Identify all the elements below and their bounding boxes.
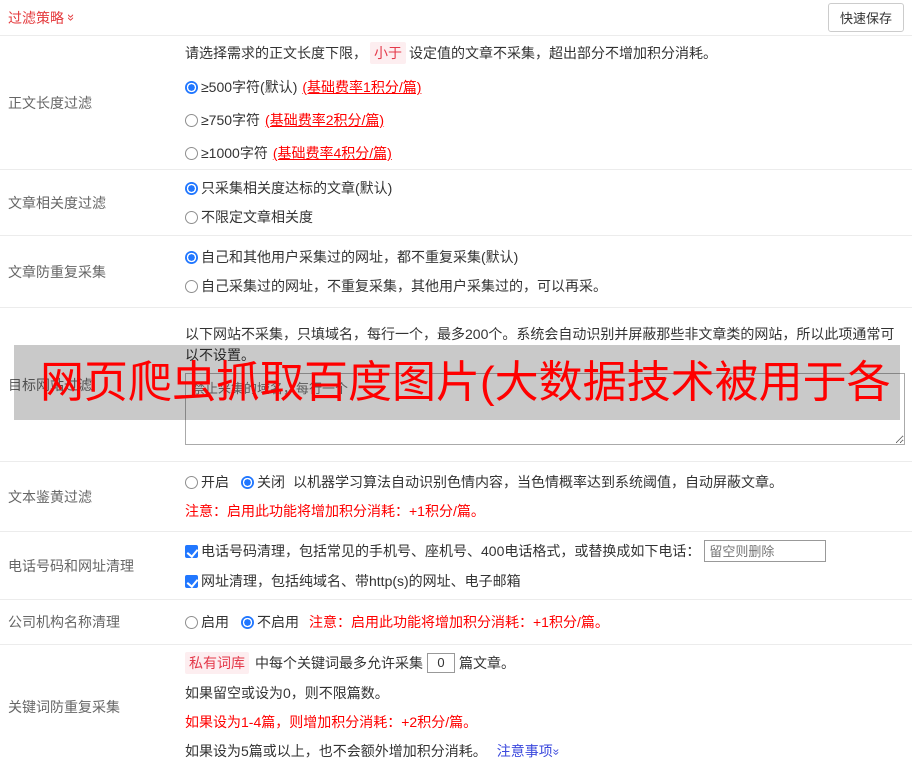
max-articles-input[interactable] <box>427 652 455 673</box>
radio-option-500: ≥500字符(默认) (基础费率1积分/篇) <box>185 77 904 97</box>
company-clean-label: 公司机构名称清理 <box>8 614 120 630</box>
radio-icon-dedup-all[interactable] <box>185 250 198 264</box>
company-clean-note: 注意：启用此功能将增加积分消耗：+1积分/篇。 <box>309 614 609 630</box>
radio-label-relevance-strict: 只采集相关度达标的文章(默认) <box>201 180 393 196</box>
radio-icon-750[interactable] <box>185 113 198 127</box>
porn-filter-options: 开启 关闭 以机器学习算法自动识别色情内容，当色情概率达到系统阈值，自动屏蔽文章… <box>185 472 904 492</box>
porn-filter-desc: 以机器学习算法自动识别色情内容，当色情概率达到系统阈值，自动屏蔽文章。 <box>293 474 783 490</box>
radio-icon-relevance-any[interactable] <box>185 210 198 224</box>
notes-chevron-icon: » <box>549 748 564 755</box>
radio-option-1000: ≥1000字符 (基础费率4积分/篇) <box>185 143 904 163</box>
row-company-clean: 公司机构名称清理 启用 不启用 注意：启用此功能将增加积分消耗：+1积分/篇。 <box>0 600 912 645</box>
radio-option-relevance-any: 不限定文章相关度 <box>185 207 904 227</box>
content-length-label: 正文长度过滤 <box>8 94 92 111</box>
relevance-label: 文章相关度过滤 <box>8 194 106 211</box>
watermark-text: 网页爬虫抓取百度图片(大数据技术被用于各 <box>40 357 891 407</box>
page-header: 过滤策略 » 快速保存 <box>0 0 912 36</box>
radio-option-dedup-all: 自己和其他用户采集过的网址，都不重复采集(默认) <box>185 247 904 267</box>
url-clean-option: 网址清理，包括纯域名、带http(s)的网址、电子邮箱 <box>185 571 904 591</box>
radio-label-dedup-self: 自己采集过的网址，不重复采集，其他用户采集过的，可以再采。 <box>201 278 607 294</box>
row-relevance: 文章相关度过滤 只采集相关度达标的文章(默认) 不限定文章相关度 <box>0 170 912 236</box>
phone-clean-label: 电话号码和网址清理 <box>8 557 134 574</box>
radio-icon-company-off[interactable] <box>241 615 254 629</box>
fee-note-1000: (基础费率4积分/篇) <box>272 145 392 161</box>
checkbox-icon-url[interactable] <box>185 574 198 588</box>
checkbox-icon-phone[interactable] <box>185 544 198 558</box>
radio-icon-company-on[interactable] <box>185 615 198 629</box>
radio-icon-relevance-strict[interactable] <box>185 181 198 195</box>
keyword-limit-text-mid: 中每个关键词最多允许采集 <box>255 654 423 671</box>
keyword-limit-line2: 如果留空或设为0，则不限篇数。 <box>185 684 389 701</box>
radio-icon-500[interactable] <box>185 80 198 94</box>
intro-text-after: 设定值的文章不采集，超出部分不增加积分消耗。 <box>409 45 717 61</box>
filter-strategy-page: 过滤策略 » 快速保存 正文长度过滤 请选择需求的正文长度下限， 小于 设定值的… <box>0 0 912 768</box>
radio-label-750: ≥750字符 <box>201 112 261 128</box>
row-keyword-limit: 关键词防重复采集 私有词库 中每个关键词最多允许采集 篇文章。 如果留空或设为0… <box>0 645 912 768</box>
radio-label-500: ≥500字符(默认) <box>201 79 298 95</box>
porn-filter-note: 注意：启用此功能将增加积分消耗：+1积分/篇。 <box>185 503 485 519</box>
radio-option-dedup-self: 自己采集过的网址，不重复采集，其他用户采集过的，可以再采。 <box>185 276 904 296</box>
notes-link-label: 注意事项 <box>496 742 553 759</box>
private-thesaurus-tag: 私有词库 <box>185 651 249 674</box>
collapse-chevron-icon[interactable]: » <box>64 14 79 21</box>
radio-option-750: ≥750字符 (基础费率2积分/篇) <box>185 110 904 130</box>
intro-text-before: 请选择需求的正文长度下限， <box>185 45 367 61</box>
fee-note-750: (基础费率2积分/篇) <box>265 112 385 128</box>
page-title: 过滤策略 <box>8 9 64 26</box>
radio-label-company-on: 启用 <box>201 614 229 630</box>
keyword-limit-line3: 如果设为1-4篇，则增加积分消耗：+2积分/篇。 <box>185 713 478 730</box>
radio-label-porn-on: 开启 <box>201 474 229 490</box>
row-content-length: 正文长度过滤 请选择需求的正文长度下限， 小于 设定值的文章不采集，超出部分不增… <box>0 36 912 170</box>
radio-icon-dedup-self[interactable] <box>185 279 198 293</box>
porn-filter-label: 文本鉴黄过滤 <box>8 488 92 505</box>
keyword-limit-text-end: 篇文章。 <box>459 654 515 671</box>
keyword-limit-text4: 如果设为5篇或以上，也不会额外增加积分消耗。 <box>185 743 487 759</box>
radio-icon-1000[interactable] <box>185 146 198 160</box>
radio-label-relevance-any: 不限定文章相关度 <box>201 209 313 225</box>
radio-label-dedup-all: 自己和其他用户采集过的网址，都不重复采集(默认) <box>201 249 519 265</box>
keyword-limit-label: 关键词防重复采集 <box>8 698 120 715</box>
quick-save-button[interactable]: 快速保存 <box>827 3 904 32</box>
content-length-intro: 请选择需求的正文长度下限， 小于 设定值的文章不采集，超出部分不增加积分消耗。 <box>185 42 904 64</box>
less-than-tag: 小于 <box>370 42 406 64</box>
radio-icon-porn-off[interactable] <box>241 475 254 489</box>
keyword-limit-line4: 如果设为5篇或以上，也不会额外增加积分消耗。 注意事项» <box>185 741 904 762</box>
keyword-limit-line1: 私有词库 中每个关键词最多允许采集 篇文章。 <box>185 651 904 674</box>
radio-label-1000: ≥1000字符 <box>201 145 268 161</box>
radio-option-relevance-strict: 只采集相关度达标的文章(默认) <box>185 178 904 198</box>
radio-label-porn-off: 关闭 <box>257 474 285 490</box>
checkbox-label-url: 网址清理，包括纯域名、带http(s)的网址、电子邮箱 <box>201 573 521 589</box>
replace-phone-input[interactable] <box>704 540 827 562</box>
row-porn-filter: 文本鉴黄过滤 开启 关闭 以机器学习算法自动识别色情内容，当色情概率达到系统阈值… <box>0 462 912 532</box>
url-dedup-label: 文章防重复采集 <box>8 263 106 280</box>
company-clean-options: 启用 不启用 注意：启用此功能将增加积分消耗：+1积分/篇。 <box>185 612 904 632</box>
fee-note-500: (基础费率1积分/篇) <box>302 79 422 95</box>
watermark-overlay: 网页爬虫抓取百度图片(大数据技术被用于各 <box>14 345 900 420</box>
notes-link[interactable]: 注意事项» <box>496 741 563 762</box>
row-url-dedup: 文章防重复采集 自己和其他用户采集过的网址，都不重复采集(默认) 自己采集过的网… <box>0 236 912 308</box>
phone-clean-option: 电话号码清理，包括常见的手机号、座机号、400电话格式，或替换成如下电话： <box>185 540 904 562</box>
radio-label-company-off: 不启用 <box>257 614 299 630</box>
checkbox-label-phone: 电话号码清理，包括常见的手机号、座机号、400电话格式，或替换成如下电话： <box>201 543 701 559</box>
row-phone-clean: 电话号码和网址清理 电话号码清理，包括常见的手机号、座机号、400电话格式，或替… <box>0 532 912 600</box>
radio-icon-porn-on[interactable] <box>185 475 198 489</box>
